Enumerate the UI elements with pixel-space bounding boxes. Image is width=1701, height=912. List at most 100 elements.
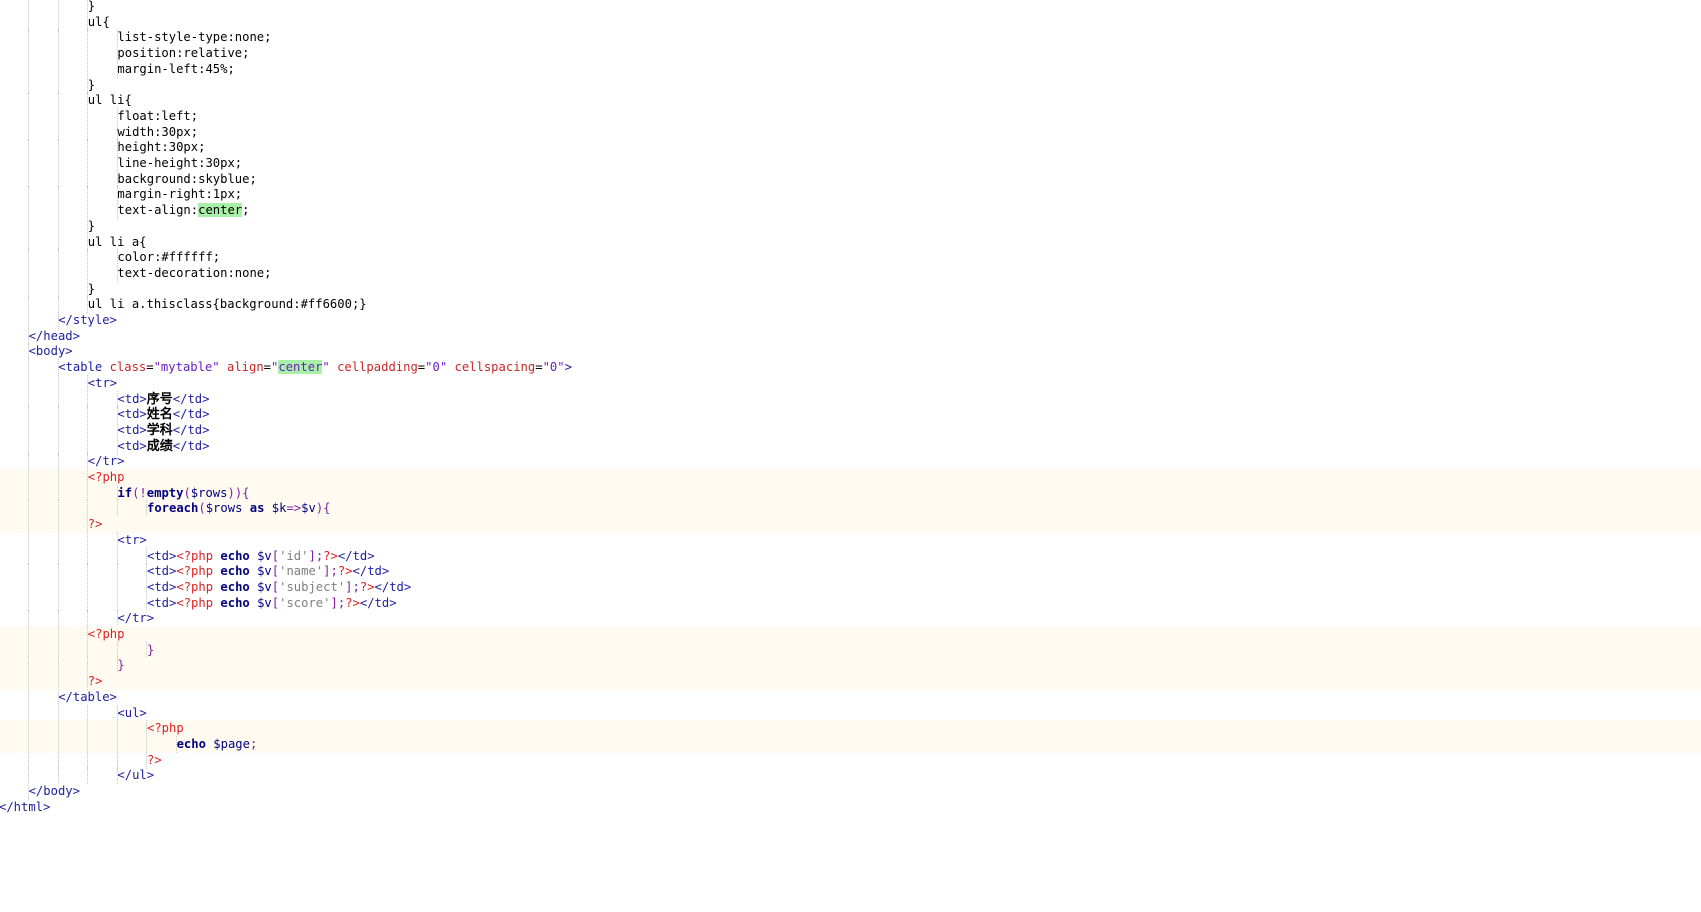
code-line[interactable]: </tr> <box>0 610 1701 628</box>
indent-guide <box>28 186 30 204</box>
code-line[interactable]: </body> <box>0 783 1701 800</box>
indent-guide <box>87 437 89 455</box>
code-line[interactable]: ul{ <box>0 13 1701 31</box>
indent-guide <box>87 594 89 612</box>
indent-guide <box>28 421 30 439</box>
code-text: ul li{ <box>88 92 132 109</box>
code-line[interactable]: <td>序号</td> <box>0 390 1701 408</box>
code-token: cellpadding <box>337 360 418 375</box>
indent-guide <box>116 720 119 738</box>
code-token: ; <box>249 736 258 751</box>
code-token: background:skyblue; <box>117 171 257 186</box>
code-text: list-style-type:none; <box>117 29 271 46</box>
code-line[interactable]: <?php <box>0 626 1701 643</box>
code-line[interactable]: echo $page; <box>0 735 1701 753</box>
code-token: ?> <box>345 595 360 610</box>
code-line[interactable]: } <box>0 76 1701 94</box>
code-line[interactable]: ul li a.thisclass{background:#ff6600;} <box>0 296 1701 314</box>
code-line[interactable]: </style> <box>0 312 1701 329</box>
code-line[interactable]: } <box>0 217 1701 235</box>
code-line[interactable]: </head> <box>0 327 1701 345</box>
code-text: </body> <box>29 783 80 800</box>
code-text: } <box>88 281 95 298</box>
code-editor[interactable]: } ul{ list-style-type:none; position:relati… <box>0 0 1701 912</box>
code-line[interactable]: if(!empty($rows)){ <box>0 484 1701 502</box>
code-line[interactable]: ?> <box>0 673 1701 691</box>
code-token: </td> <box>337 548 375 563</box>
code-token: text-decoration:none; <box>117 265 272 280</box>
code-token: margin-left:45%; <box>117 61 235 76</box>
code-line[interactable]: } <box>0 280 1701 298</box>
indent-guide <box>87 500 89 518</box>
code-token: 姓名 <box>146 407 173 423</box>
indent-guide <box>57 469 60 486</box>
code-line[interactable]: </ul> <box>0 767 1701 785</box>
code-line[interactable]: color:#ffffff; <box>0 249 1701 267</box>
indent-guide <box>28 720 30 738</box>
code-line[interactable]: </html> <box>0 799 1701 816</box>
code-line[interactable]: <td><?php echo $v['id'];?></td> <box>0 547 1701 565</box>
code-line[interactable]: margin-right:1px; <box>0 186 1701 204</box>
code-token: <td> <box>147 548 177 563</box>
code-line[interactable]: list-style-type:none; <box>0 29 1701 47</box>
code-token: ]; <box>308 548 324 563</box>
code-line[interactable]: } <box>0 657 1701 675</box>
code-line[interactable]: width:30px; <box>0 123 1701 141</box>
code-token: ul li a{ <box>87 234 147 249</box>
code-line[interactable]: ul li a{ <box>0 233 1701 251</box>
code-token: margin-right:1px; <box>117 187 243 202</box>
code-line[interactable]: line-height:30px; <box>0 155 1701 172</box>
indent-guide <box>87 484 89 502</box>
code-text: </ul> <box>117 767 154 784</box>
code-line[interactable]: <td>姓名</td> <box>0 406 1701 424</box>
code-line[interactable]: </tr> <box>0 453 1701 471</box>
code-text: </tr> <box>88 453 125 470</box>
code-token: <?php <box>87 470 125 484</box>
code-line[interactable]: <td><?php echo $v['subject'];?></td> <box>0 578 1701 596</box>
code-line[interactable]: <tr> <box>0 374 1701 392</box>
code-line[interactable]: <table class="mytable" align="center" ce… <box>0 359 1701 377</box>
code-line[interactable]: } <box>0 641 1701 659</box>
code-token: <?php <box>147 721 184 736</box>
code-line[interactable]: </table> <box>0 688 1701 706</box>
code-line[interactable]: ?> <box>0 516 1701 534</box>
code-line[interactable]: text-align:center; <box>0 202 1701 220</box>
code-line[interactable]: height:30px; <box>0 139 1701 157</box>
code-token: <?php <box>176 564 214 579</box>
code-text: <td><?php echo $v['subject'];?></td> <box>147 579 411 596</box>
code-line[interactable]: margin-left:45%; <box>0 60 1701 78</box>
indent-guide <box>87 249 89 267</box>
code-line[interactable]: <body> <box>0 343 1701 361</box>
code-token: ul{ <box>87 14 110 29</box>
code-line[interactable]: <?php <box>0 720 1701 738</box>
indent-guide <box>57 751 60 769</box>
code-line[interactable]: <ul> <box>0 704 1701 722</box>
code-line[interactable]: <?php <box>0 469 1701 486</box>
code-line[interactable]: <td>成绩</td> <box>0 437 1701 455</box>
code-line[interactable]: <td><?php echo $v['name'];?></td> <box>0 563 1701 581</box>
code-line[interactable]: <td>学科</td> <box>0 421 1701 439</box>
code-line[interactable]: <tr> <box>0 531 1701 549</box>
code-text: <td>序号</td> <box>117 391 209 408</box>
indent-guide <box>57 735 60 753</box>
code-token: position:relative; <box>117 46 250 61</box>
code-line[interactable]: float:left; <box>0 107 1701 125</box>
code-token: </head> <box>28 328 80 343</box>
code-line[interactable]: ul li{ <box>0 92 1701 110</box>
code-line[interactable]: background:skyblue; <box>0 170 1701 188</box>
indent-guide <box>28 688 30 706</box>
code-token: $v <box>257 564 272 579</box>
code-token: "0" <box>425 360 448 375</box>
code-token: color:#ffffff; <box>117 250 221 265</box>
indent-guide <box>57 406 60 424</box>
code-line[interactable]: <td><?php echo $v['score'];?></td> <box>0 594 1701 612</box>
code-line[interactable]: ?> <box>0 751 1701 769</box>
indent-guide <box>57 92 60 110</box>
code-line[interactable]: text-decoration:none; <box>0 264 1701 282</box>
code-line[interactable]: position:relative; <box>0 45 1701 63</box>
code-line[interactable]: foreach($rows as $k=>$v){ <box>0 500 1701 518</box>
indent-guide <box>57 374 60 392</box>
indent-guide <box>87 578 89 596</box>
